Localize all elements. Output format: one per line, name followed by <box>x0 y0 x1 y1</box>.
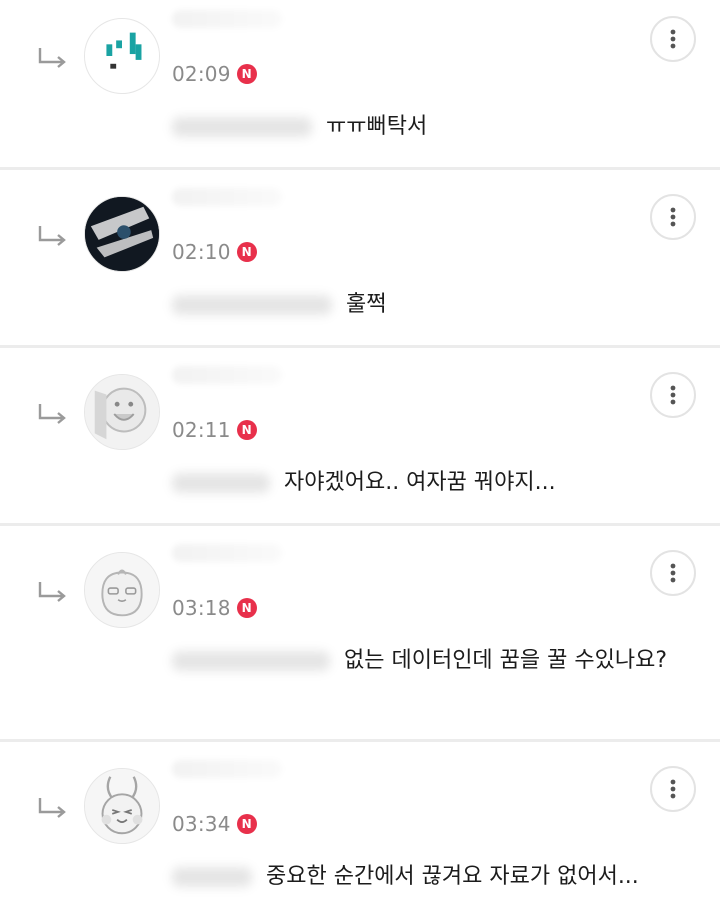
comment-meta: 03:34 N <box>172 812 257 836</box>
mention-blurred <box>172 473 270 493</box>
comment-body: 훌쩍 <box>172 288 672 322</box>
comment-body: 자야겠어요.. 여자꿈 꿔야지... <box>172 466 672 500</box>
comment-meta: 02:09 N <box>172 62 257 86</box>
user-avatar[interactable] <box>84 768 160 844</box>
comment-body: ㅠㅠ뻐탁서 <box>172 110 672 144</box>
nickname-blurred <box>172 544 282 562</box>
mention-blurred <box>172 867 252 887</box>
comment-text: 훌쩍 <box>346 292 387 317</box>
comment-time: 03:34 <box>172 812 231 836</box>
comment-text: 없는 데이터인데 꿈을 꿀 수있나요? <box>344 648 668 673</box>
comment-meta: 02:10 N <box>172 240 257 264</box>
comment-text: ㅠㅠ뻐탁서 <box>326 114 428 139</box>
mention-blurred <box>172 651 330 671</box>
bunny-avatar <box>85 769 159 843</box>
reply-arrow-icon <box>38 226 66 246</box>
new-badge: N <box>236 242 257 262</box>
nickname-blurred <box>172 188 282 206</box>
new-badge: N <box>236 64 257 84</box>
more-options-button[interactable] <box>650 766 696 812</box>
new-badge: N <box>236 598 257 618</box>
new-badge: N <box>236 420 257 440</box>
smiling-face-avatar <box>85 375 159 449</box>
comment-body: 없는 데이터인데 꿈을 꿀 수있나요? <box>172 644 672 678</box>
comment-time: 03:18 <box>172 596 231 620</box>
more-vertical-icon <box>670 779 676 799</box>
user-avatar[interactable] <box>84 552 160 628</box>
teal-blocks-avatar <box>85 19 159 93</box>
more-vertical-icon <box>670 207 676 227</box>
comment-text: 자야겠어요.. 여자꿈 꿔야지... <box>284 470 556 495</box>
reply-comment: 02:09 N ㅠㅠ뻐탁서 <box>0 10 720 170</box>
more-options-button[interactable] <box>650 194 696 240</box>
comment-time: 02:09 <box>172 62 231 86</box>
more-vertical-icon <box>670 385 676 405</box>
comment-body: 중요한 순간에서 끊겨요 자료가 없어서... <box>172 860 672 894</box>
user-avatar[interactable] <box>84 196 160 272</box>
comment-time: 02:11 <box>172 418 231 442</box>
apeach-avatar <box>85 553 159 627</box>
reply-comment: 03:34 N 중요한 순간에서 끊겨요 자료가 없어서... <box>0 760 720 915</box>
reply-arrow-icon <box>38 582 66 602</box>
mention-blurred <box>172 295 332 315</box>
reply-comment: 02:11 N 자야겠어요.. 여자꿈 꿔야지... <box>0 366 720 526</box>
reply-comment: 02:10 N 훌쩍 <box>0 188 720 348</box>
mention-blurred <box>172 117 312 137</box>
dark-abstract-avatar <box>85 197 159 271</box>
reply-comment: 03:18 N 없는 데이터인데 꿈을 꿀 수있나요? <box>0 544 720 742</box>
comment-meta: 02:11 N <box>172 418 257 442</box>
nickname-blurred <box>172 366 282 384</box>
comment-time: 02:10 <box>172 240 231 264</box>
reply-arrow-icon <box>38 48 66 68</box>
new-badge: N <box>236 814 257 834</box>
more-options-button[interactable] <box>650 16 696 62</box>
comment-meta: 03:18 N <box>172 596 257 620</box>
more-options-button[interactable] <box>650 372 696 418</box>
more-options-button[interactable] <box>650 550 696 596</box>
reply-arrow-icon <box>38 798 66 818</box>
more-vertical-icon <box>670 29 676 49</box>
user-avatar[interactable] <box>84 374 160 450</box>
reply-arrow-icon <box>38 404 66 424</box>
more-vertical-icon <box>670 563 676 583</box>
comment-reply-list: 02:09 N ㅠㅠ뻐탁서 02:10 N 훌쩍 02:11 N 자야겠어요..… <box>0 0 720 915</box>
user-avatar[interactable] <box>84 18 160 94</box>
comment-text: 중요한 순간에서 끊겨요 자료가 없어서... <box>266 864 639 889</box>
nickname-blurred <box>172 760 282 778</box>
nickname-blurred <box>172 10 282 28</box>
